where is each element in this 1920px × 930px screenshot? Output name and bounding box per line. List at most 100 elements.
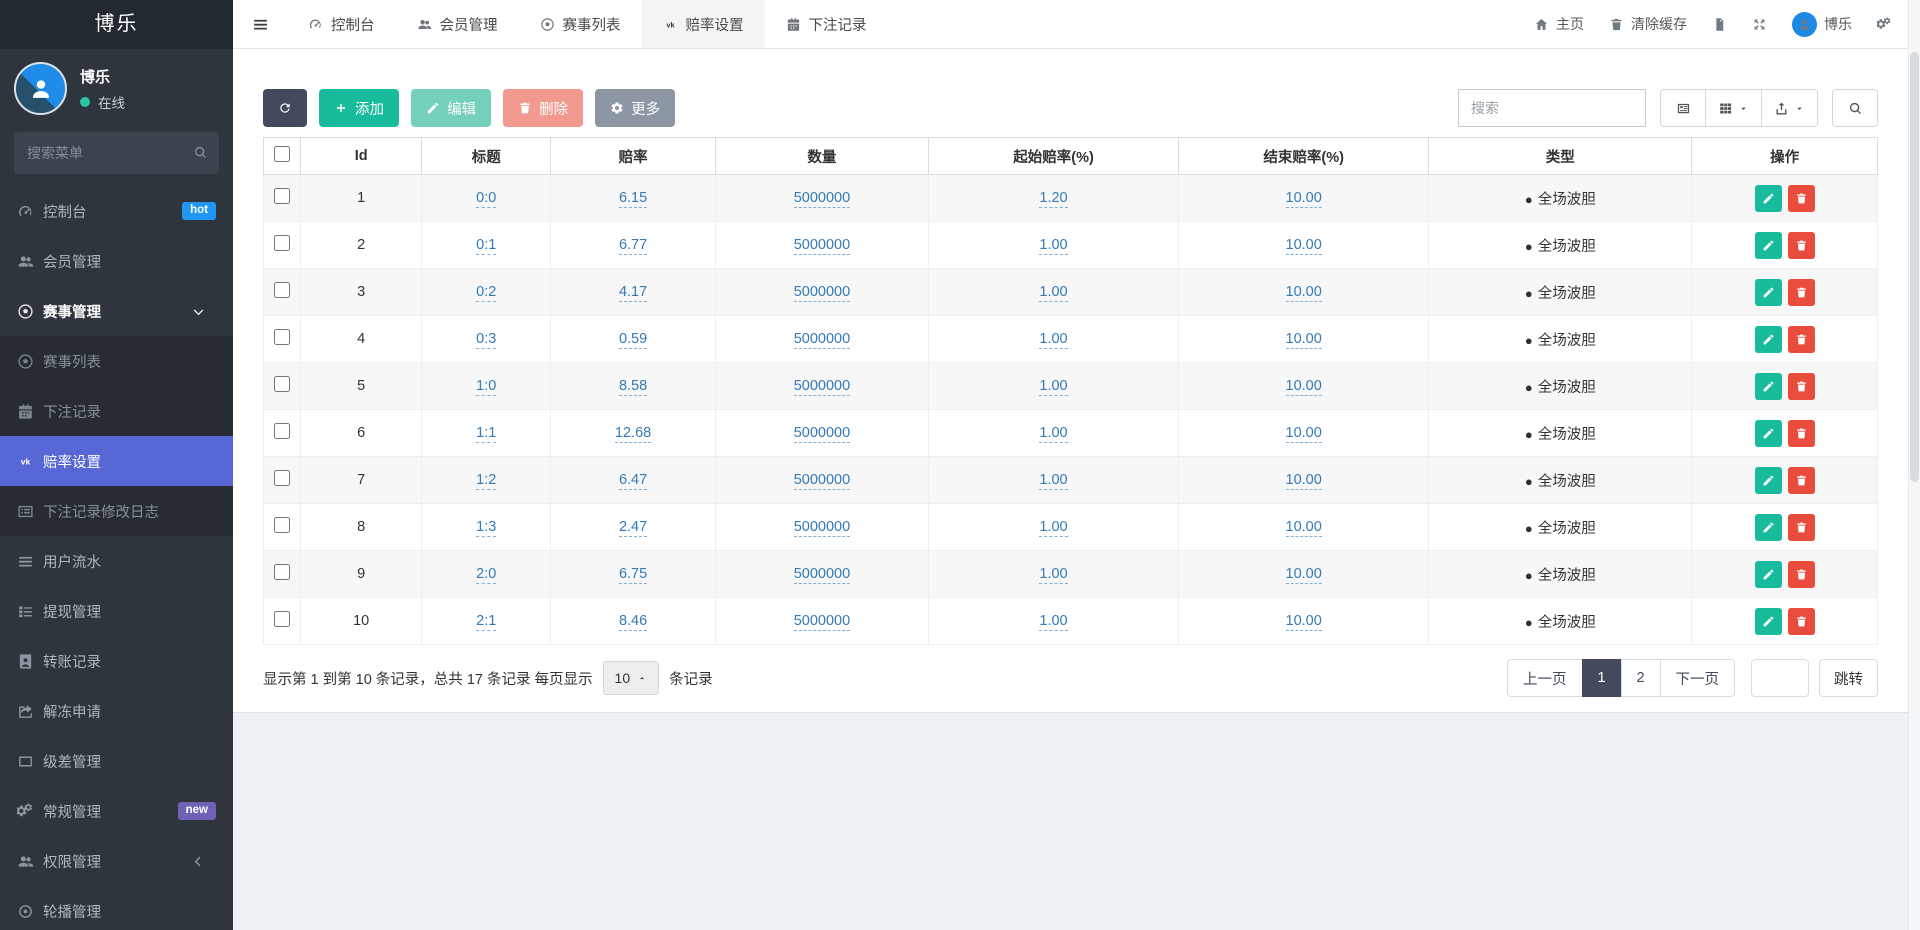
cell-end-link[interactable]: 10.00	[1286, 472, 1322, 490]
sidebar-item-11[interactable]: 解冻申请	[0, 686, 233, 736]
delete-row-button[interactable]	[1788, 185, 1815, 212]
delete-row-button[interactable]	[1788, 279, 1815, 306]
sidebar-item-6[interactable]: vk赔率设置	[0, 436, 233, 486]
sidebar-item-5[interactable]: 下注记录	[0, 386, 233, 436]
user-menu[interactable]: 博乐	[1792, 12, 1852, 37]
delete-row-button[interactable]	[1788, 467, 1815, 494]
fullscreen-button[interactable]	[1752, 17, 1767, 32]
cell-amount-link[interactable]: 5000000	[794, 190, 850, 208]
cell-end-link[interactable]: 10.00	[1286, 566, 1322, 584]
columns-button[interactable]	[1706, 89, 1762, 127]
sidebar-item-1[interactable]: 控制台hot	[0, 186, 233, 236]
edit-row-button[interactable]	[1755, 561, 1782, 588]
delete-row-button[interactable]	[1788, 326, 1815, 353]
more-button[interactable]: 更多	[595, 89, 675, 127]
delete-row-button[interactable]	[1788, 608, 1815, 635]
page-button-2[interactable]: 2	[1621, 659, 1661, 697]
sidebar-item-15[interactable]: 轮播管理	[0, 886, 233, 930]
row-checkbox[interactable]	[274, 282, 290, 298]
cell-title-link[interactable]: 2:0	[476, 566, 496, 584]
export-button[interactable]	[1762, 89, 1818, 127]
cell-amount-link[interactable]: 5000000	[794, 519, 850, 537]
cell-odds-link[interactable]: 6.75	[619, 566, 647, 584]
cell-end-link[interactable]: 10.00	[1286, 425, 1322, 443]
cell-odds-link[interactable]: 12.68	[615, 425, 651, 443]
cell-title-link[interactable]: 2:1	[476, 613, 496, 631]
cell-title-link[interactable]: 1:0	[476, 378, 496, 396]
cell-odds-link[interactable]: 6.15	[619, 190, 647, 208]
cell-odds-link[interactable]: 4.17	[619, 284, 647, 302]
row-checkbox[interactable]	[274, 564, 290, 580]
cell-title-link[interactable]: 0:2	[476, 284, 496, 302]
cell-amount-link[interactable]: 5000000	[794, 613, 850, 631]
cell-end-link[interactable]: 10.00	[1286, 284, 1322, 302]
page-size-select[interactable]: 10	[603, 661, 660, 695]
cell-title-link[interactable]: 1:1	[476, 425, 496, 443]
jump-page-input[interactable]	[1751, 659, 1809, 697]
cell-amount-link[interactable]: 5000000	[794, 331, 850, 349]
edit-row-button[interactable]	[1755, 373, 1782, 400]
refresh-button[interactable]	[263, 89, 307, 127]
row-checkbox[interactable]	[274, 188, 290, 204]
edit-row-button[interactable]	[1755, 185, 1782, 212]
top-tab-2[interactable]: 会员管理	[396, 0, 519, 48]
next-page-button[interactable]: 下一页	[1660, 659, 1736, 697]
delete-row-button[interactable]	[1788, 514, 1815, 541]
top-tab-5[interactable]: 下注记录	[765, 0, 888, 48]
table-search-input[interactable]	[1458, 89, 1646, 127]
cell-odds-link[interactable]: 2.47	[619, 519, 647, 537]
delete-row-button[interactable]	[1788, 373, 1815, 400]
delete-button[interactable]: 删除	[503, 89, 583, 127]
edit-row-button[interactable]	[1755, 608, 1782, 635]
cell-start-link[interactable]: 1.00	[1039, 613, 1067, 631]
row-checkbox[interactable]	[274, 517, 290, 533]
cell-title-link[interactable]: 0:1	[476, 237, 496, 255]
sidebar-item-7[interactable]: 下注记录修改日志	[0, 486, 233, 536]
edit-button[interactable]: 编辑	[411, 89, 491, 127]
sidebar-search-input[interactable]	[14, 132, 219, 174]
cell-start-link[interactable]: 1.00	[1039, 566, 1067, 584]
sidebar-item-10[interactable]: 转账记录	[0, 636, 233, 686]
cell-start-link[interactable]: 1.00	[1039, 237, 1067, 255]
cell-start-link[interactable]: 1.00	[1039, 378, 1067, 396]
top-tab-3[interactable]: 赛事列表	[519, 0, 642, 48]
cell-odds-link[interactable]: 6.47	[619, 472, 647, 490]
cell-amount-link[interactable]: 5000000	[794, 237, 850, 255]
row-checkbox[interactable]	[274, 329, 290, 345]
cell-title-link[interactable]: 0:3	[476, 331, 496, 349]
cell-title-link[interactable]: 1:3	[476, 519, 496, 537]
sidebar-item-12[interactable]: 级差管理	[0, 736, 233, 786]
cell-amount-link[interactable]: 5000000	[794, 566, 850, 584]
cell-start-link[interactable]: 1.00	[1039, 472, 1067, 490]
page-button-1[interactable]: 1	[1582, 659, 1622, 697]
edit-row-button[interactable]	[1755, 232, 1782, 259]
select-all-checkbox[interactable]	[274, 146, 290, 162]
sidebar-item-4[interactable]: 赛事列表	[0, 336, 233, 386]
delete-row-button[interactable]	[1788, 561, 1815, 588]
cell-start-link[interactable]: 1.00	[1039, 425, 1067, 443]
row-checkbox[interactable]	[274, 235, 290, 251]
cell-odds-link[interactable]: 8.46	[619, 613, 647, 631]
menu-toggle-button[interactable]	[233, 0, 287, 48]
prev-page-button[interactable]: 上一页	[1507, 659, 1583, 697]
cell-end-link[interactable]: 10.00	[1286, 237, 1322, 255]
delete-row-button[interactable]	[1788, 420, 1815, 447]
sidebar-item-2[interactable]: 会员管理	[0, 236, 233, 286]
cell-title-link[interactable]: 0:0	[476, 190, 496, 208]
cell-title-link[interactable]: 1:2	[476, 472, 496, 490]
clear-cache-link[interactable]: 清除缓存	[1609, 14, 1687, 34]
scrollbar-thumb[interactable]	[1910, 52, 1919, 482]
search-button[interactable]	[1832, 89, 1878, 127]
cell-amount-link[interactable]: 5000000	[794, 284, 850, 302]
settings-button[interactable]	[1877, 17, 1892, 32]
edit-row-button[interactable]	[1755, 467, 1782, 494]
cell-odds-link[interactable]: 6.77	[619, 237, 647, 255]
changelog-button[interactable]	[1712, 17, 1727, 32]
delete-row-button[interactable]	[1788, 232, 1815, 259]
edit-row-button[interactable]	[1755, 420, 1782, 447]
sidebar-item-9[interactable]: 提现管理	[0, 586, 233, 636]
sidebar-item-13[interactable]: 常规管理new	[0, 786, 233, 836]
cell-amount-link[interactable]: 5000000	[794, 472, 850, 490]
cell-start-link[interactable]: 1.00	[1039, 331, 1067, 349]
cell-odds-link[interactable]: 8.58	[619, 378, 647, 396]
